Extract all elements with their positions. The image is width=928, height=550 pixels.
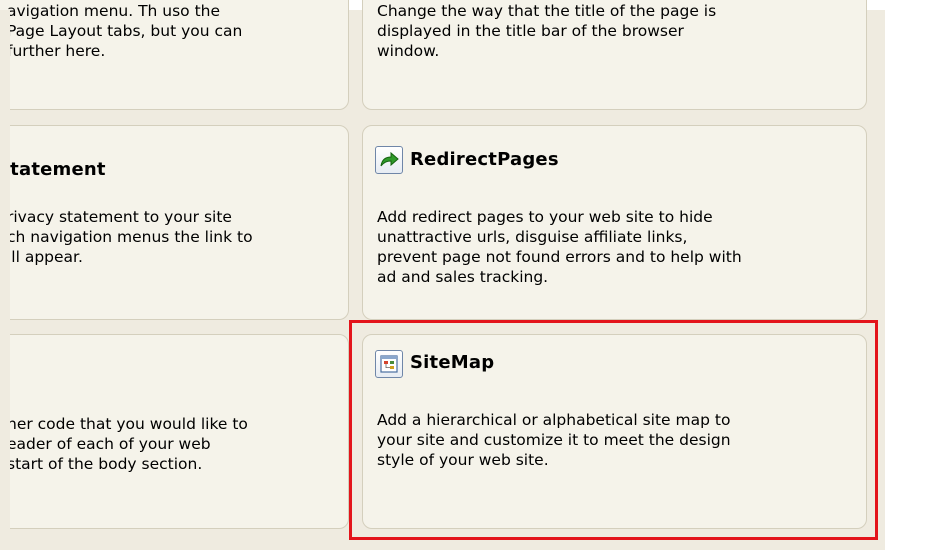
description-line: further here. xyxy=(7,42,106,60)
description-line: window. xyxy=(377,42,440,60)
description-line: Change the way that the title of the pag… xyxy=(377,2,717,20)
description-line: avigation menu. Th uso the xyxy=(7,2,221,20)
description-line: Add a hierarchical or alphabetical site … xyxy=(377,411,731,429)
description-line: ad and sales tracking. xyxy=(377,268,549,286)
description-line: eader of each of your web xyxy=(7,435,211,453)
card-header-code[interactable]: her code that you would like to eader of… xyxy=(0,334,349,529)
card-redirect-pages[interactable]: RedirectPages Add redirect pages to your… xyxy=(362,125,867,320)
green-arrow-icon-graphic xyxy=(380,151,399,167)
screenshot-canvas: avigation menu. Th uso the Page Layout t… xyxy=(0,0,928,550)
description-line: start of the body section. xyxy=(7,455,203,473)
description-line: style of your web site. xyxy=(377,451,549,469)
description-line: unattractive urls, disguise affiliate li… xyxy=(377,228,688,246)
card-privacy-statement[interactable]: Statement rivacy statement to your site … xyxy=(0,125,349,320)
green-arrow-icon xyxy=(375,146,403,174)
description-line: her code that you would like to xyxy=(7,415,248,433)
card-privacy-statement-description: rivacy statement to your site ch navigat… xyxy=(7,207,253,267)
left-edge xyxy=(0,10,10,550)
description-line: rivacy statement to your site xyxy=(7,208,232,226)
card-header-code-description: her code that you would like to eader of… xyxy=(7,414,248,474)
description-line: Add redirect pages to your web site to h… xyxy=(377,208,713,226)
card-sitemap-title: SiteMap xyxy=(410,352,495,373)
description-line: your site and customize it to meet the d… xyxy=(377,431,731,449)
sitemap-icon-graphic xyxy=(380,355,398,373)
card-navigation-menu[interactable]: avigation menu. Th uso the Page Layout t… xyxy=(0,0,349,110)
description-line: ch navigation menus the link to xyxy=(7,228,253,246)
card-page-title-description: Change the way that the title of the pag… xyxy=(377,1,716,61)
description-line: Page Layout tabs, but you can xyxy=(7,22,243,40)
card-redirect-pages-description: Add redirect pages to your web site to h… xyxy=(377,207,742,287)
card-privacy-statement-title: Statement xyxy=(0,159,106,180)
sitemap-icon xyxy=(375,350,403,378)
description-line: ill appear. xyxy=(7,248,83,266)
card-sitemap-description: Add a hierarchical or alphabetical site … xyxy=(377,410,731,470)
card-redirect-pages-title: RedirectPages xyxy=(410,149,559,170)
description-line: prevent page not found errors and to hel… xyxy=(377,248,742,266)
card-page-title[interactable]: Change the way that the title of the pag… xyxy=(362,0,867,110)
card-sitemap[interactable]: SiteMap Add a hierarchical or alphabetic… xyxy=(362,334,867,529)
description-line: displayed in the title bar of the browse… xyxy=(377,22,684,40)
card-navigation-menu-description: avigation menu. Th uso the Page Layout t… xyxy=(7,1,242,61)
